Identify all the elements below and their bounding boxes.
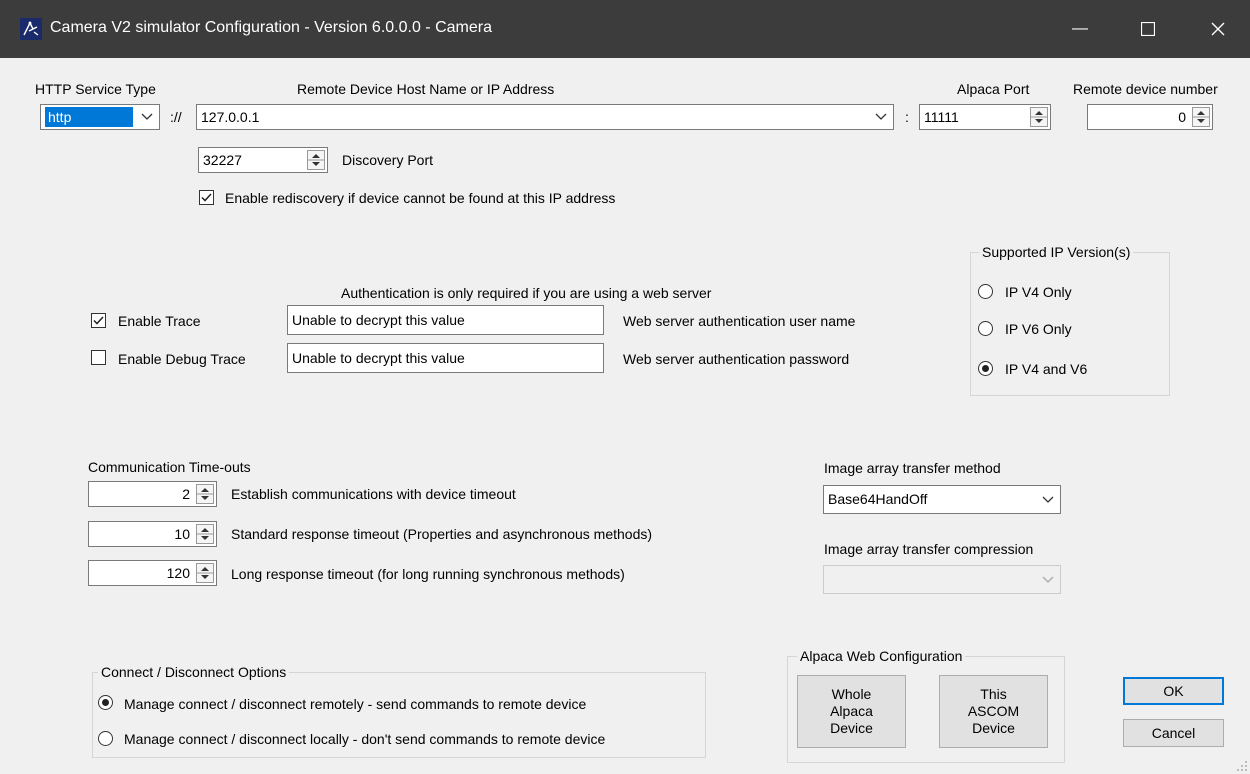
chevron-down-icon [141,105,153,129]
connect-local-label: Manage connect / disconnect locally - do… [124,731,606,747]
discovery-port-value: 32227 [203,152,242,168]
this-device-line-3: Device [972,720,1015,736]
enable-trace-label: Enable Trace [118,313,201,329]
image-array-method-label: Image array transfer method [824,460,1001,476]
title-bar: Camera V2 simulator Configuration - Vers… [0,0,1250,58]
discovery-port-label: Discovery Port [342,152,434,168]
this-ascom-device-button[interactable]: This ASCOM Device [939,675,1048,748]
ip-v4-and-v6-label: IP V4 and V6 [1005,361,1088,377]
whole-alpaca-device-button[interactable]: Whole Alpaca Device [797,675,906,748]
port-separator: : [905,109,909,125]
connect-options-group-label: Connect / Disconnect Options [98,663,290,681]
http-service-type-value: http [45,107,133,127]
rediscovery-checkbox[interactable] [199,190,214,205]
cancel-button[interactable]: Cancel [1123,719,1224,747]
auth-password-input[interactable]: Unable to decrypt this value [287,343,604,373]
checkmark-icon [93,316,104,325]
spin-arrows-icon[interactable] [196,484,214,504]
timeouts-heading: Communication Time-outs [88,459,251,475]
host-value: 127.0.0.1 [201,109,260,125]
close-icon [1211,22,1225,36]
establish-timeout-label: Establish communications with device tim… [231,486,516,502]
ip-v6-only-label: IP V6 Only [1005,321,1072,337]
auth-username-input[interactable]: Unable to decrypt this value [287,305,604,335]
chevron-down-icon [875,105,887,129]
image-array-method-value: Base64HandOff [828,491,928,507]
maximize-icon [1141,22,1155,36]
minimize-button[interactable]: — [1050,0,1110,58]
image-array-compression-label: Image array transfer compression [824,541,1034,557]
remote-device-number-input[interactable]: 0 [1087,104,1213,130]
ip-version-group-label: Supported IP Version(s) [979,243,1134,261]
long-timeout-label: Long response timeout (for long running … [231,566,625,582]
rediscovery-label: Enable rediscovery if device cannot be f… [225,190,616,206]
connect-local-radio[interactable] [98,731,113,746]
image-array-compression-select[interactable] [823,565,1061,594]
standard-timeout-label: Standard response timeout (Properties an… [231,526,653,542]
this-device-line-2: ASCOM [967,703,1020,719]
whole-device-line-3: Device [830,720,873,736]
establish-timeout-value: 2 [182,486,190,502]
alpaca-port-label: Alpaca Port [957,81,1030,97]
this-device-line-1: This [980,686,1007,702]
remote-device-number-value: 0 [1178,109,1186,125]
spin-arrows-icon[interactable] [196,563,214,583]
auth-password-label: Web server authentication password [623,351,850,367]
auth-note: Authentication is only required if you a… [341,285,712,301]
checkmark-icon [201,193,212,202]
ip-v4-and-v6-radio[interactable] [978,361,993,376]
app-icon [20,18,42,40]
http-service-type-label: HTTP Service Type [35,81,156,97]
connect-remote-radio[interactable] [98,695,113,710]
spin-arrows-icon[interactable] [307,150,325,170]
host-input[interactable]: 127.0.0.1 [196,104,894,130]
whole-device-line-1: Whole [831,686,872,702]
establish-timeout-input[interactable]: 2 [88,481,217,507]
http-service-type-select[interactable]: http [40,104,160,130]
alpaca-port-value: 11111 [924,109,959,125]
ok-button[interactable]: OK [1123,677,1224,705]
ip-v4-only-radio[interactable] [978,284,993,299]
alpaca-port-input[interactable]: 11111 [919,104,1051,130]
window-title: Camera V2 simulator Configuration - Vers… [50,19,492,36]
spin-arrows-icon[interactable] [1030,107,1048,127]
long-timeout-value: 120 [166,565,190,581]
long-timeout-input[interactable]: 120 [88,560,217,586]
ip-v4-only-label: IP V4 Only [1005,284,1072,300]
enable-debug-trace-label: Enable Debug Trace [118,351,246,367]
standard-timeout-input[interactable]: 10 [88,521,217,547]
discovery-port-input[interactable]: 32227 [198,147,328,173]
resize-grip-icon[interactable] [1236,760,1248,772]
ip-v6-only-radio[interactable] [978,321,993,336]
chevron-down-icon [1042,486,1054,513]
host-label: Remote Device Host Name or IP Address [297,81,555,97]
close-button[interactable] [1188,0,1248,58]
scheme-separator: :// [170,109,182,125]
spin-arrows-icon[interactable] [1192,107,1210,127]
remote-device-number-label: Remote device number [1073,81,1218,97]
enable-trace-checkbox[interactable] [91,313,106,328]
chevron-down-icon [1042,566,1054,593]
minimize-icon: — [1072,20,1088,37]
enable-debug-trace-checkbox[interactable] [91,350,106,365]
auth-username-label: Web server authentication user name [623,313,856,329]
standard-timeout-value: 10 [174,526,190,542]
image-array-method-select[interactable]: Base64HandOff [823,485,1061,514]
whole-device-line-2: Alpaca [830,703,873,719]
maximize-button[interactable] [1118,0,1178,58]
connect-remote-label: Manage connect / disconnect remotely - s… [124,696,587,712]
spin-arrows-icon[interactable] [196,524,214,544]
alpaca-web-group-label: Alpaca Web Configuration [797,647,966,665]
